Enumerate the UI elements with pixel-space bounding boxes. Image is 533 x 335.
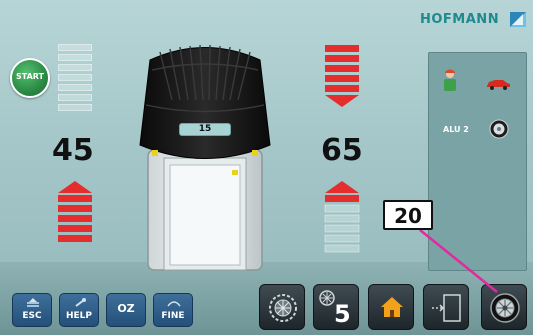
callout-number: 20 [394,204,422,228]
callout-pointer [419,229,498,293]
callout-number-box: 20 [383,200,433,230]
wheel-balancer-screen: HOFMANN START 45 65 15 ALU 2 ESC HELP OZ… [0,0,533,335]
